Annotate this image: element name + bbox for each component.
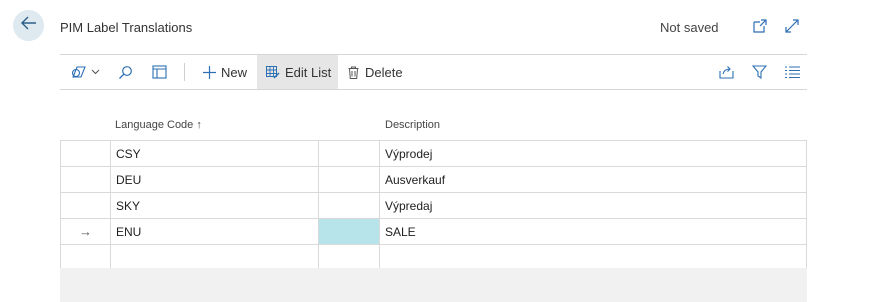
blank-cell[interactable]: [319, 167, 380, 192]
toolbar-bottom-divider: [60, 89, 807, 90]
action-toolbar: New Edit List Delete: [60, 55, 807, 89]
description-cell[interactable]: Výprodej: [380, 141, 807, 166]
search-button[interactable]: [118, 55, 134, 89]
description-cell[interactable]: SALE: [380, 219, 807, 244]
toolbar-separator: [184, 63, 185, 81]
edit-list-button[interactable]: Edit List: [257, 55, 338, 89]
filter-button[interactable]: [752, 55, 768, 89]
description-cell[interactable]: Výpredaj: [380, 193, 807, 218]
language-code-cell[interactable]: SKY: [111, 193, 319, 218]
row-indicator: [60, 141, 111, 166]
description-cell[interactable]: Ausverkauf: [380, 167, 807, 192]
blank-cell[interactable]: [319, 193, 380, 218]
chevron-down-icon: [91, 69, 100, 75]
delete-button[interactable]: Delete: [348, 55, 403, 89]
row-indicator: [60, 167, 111, 192]
language-code-cell[interactable]: CSY: [111, 141, 319, 166]
current-row-arrow-icon: →: [60, 219, 111, 244]
table-row[interactable]: DEU Ausverkauf: [60, 166, 807, 192]
search-icon: [118, 65, 133, 80]
arrow-left-icon: [20, 16, 37, 35]
plus-icon: [203, 65, 216, 79]
description-header-label: Description: [385, 119, 441, 131]
views-menu-button[interactable]: [70, 55, 102, 89]
blank-cell[interactable]: [319, 141, 380, 166]
new-button-label: New: [221, 64, 248, 80]
views-icon: [70, 65, 88, 79]
new-button[interactable]: New: [202, 55, 248, 89]
delete-button-label: Delete: [365, 64, 403, 80]
save-status: Not saved: [660, 20, 719, 35]
share-icon: [719, 65, 734, 79]
selected-cell[interactable]: [319, 219, 380, 244]
sort-ascending-icon: ↑: [196, 119, 202, 131]
list-footer-area: [60, 268, 807, 302]
filter-icon: [752, 65, 767, 79]
expand-icon[interactable]: [783, 17, 801, 35]
open-new-window-icon[interactable]: [751, 17, 769, 35]
edit-list-button-label: Edit List: [285, 64, 332, 80]
table-row[interactable]: CSY Výprodej: [60, 140, 807, 166]
blank-cell[interactable]: [319, 245, 380, 270]
show-details-button[interactable]: [152, 55, 168, 89]
language-code-cell[interactable]: ENU: [111, 219, 319, 244]
trash-icon: [348, 66, 359, 79]
language-code-header-label: Language Code: [115, 119, 194, 131]
column-header-description[interactable]: Description: [385, 119, 440, 131]
row-indicator: [60, 193, 111, 218]
table-row[interactable]: SKY Výpredaj: [60, 192, 807, 218]
list-icon: [785, 66, 800, 78]
table-row-current[interactable]: → ENU SALE: [60, 218, 807, 244]
list-view-button[interactable]: [785, 55, 801, 89]
details-pane-icon: [152, 65, 167, 79]
page-title: PIM Label Translations: [60, 20, 193, 35]
translations-table: CSY Výprodej DEU Ausverkauf SKY Výpredaj…: [60, 140, 807, 271]
share-button[interactable]: [719, 55, 735, 89]
language-code-cell[interactable]: DEU: [111, 167, 319, 192]
row-indicator: [60, 245, 111, 270]
language-code-cell[interactable]: [111, 245, 319, 270]
back-button[interactable]: [13, 10, 44, 41]
column-header-language-code[interactable]: Language Code ↑: [115, 119, 202, 131]
table-row-empty[interactable]: [60, 244, 807, 271]
description-cell[interactable]: [380, 245, 807, 270]
edit-list-icon: [266, 65, 280, 79]
